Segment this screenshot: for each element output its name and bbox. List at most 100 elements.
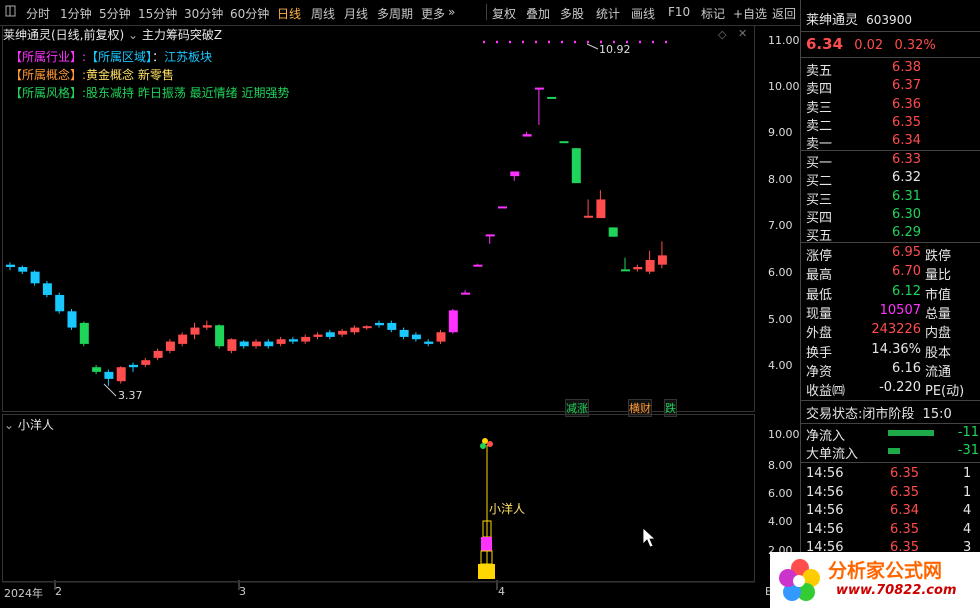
watermark-logo: 分析家公式网 www.70822.com — [770, 552, 980, 608]
ask-row: 卖二 — [806, 118, 833, 134]
signal-label: 小洋人 — [489, 502, 526, 516]
net-flow-bar — [888, 430, 934, 436]
candle-body — [448, 310, 458, 333]
y-tick: 5.00 — [768, 313, 793, 326]
sub-chart-title[interactable]: 小洋人 — [18, 418, 54, 432]
candle-body — [399, 329, 409, 337]
y-tick: 11.00 — [768, 34, 800, 47]
candle-body — [387, 322, 397, 330]
candle-body — [6, 264, 15, 268]
stat-row: 净资 — [806, 365, 833, 380]
stock-code: 603900 — [866, 13, 912, 27]
price-change-pct: 0.32% — [894, 38, 936, 53]
candle-body — [510, 171, 520, 177]
tick-row: 14:56 — [806, 466, 844, 481]
tick-volume: 4 — [963, 503, 972, 518]
sub-y-tick: 10.00 — [768, 428, 800, 441]
candle-body — [129, 364, 138, 368]
candle-body — [239, 341, 249, 347]
stat-row-extra: PE(动) — [925, 384, 965, 399]
trade-time: 15:0 — [922, 407, 952, 422]
stat-row-value: 10507 — [879, 302, 921, 318]
bid-row-value: 6.30 — [892, 206, 921, 222]
ask-row-value: 6.36 — [892, 96, 921, 112]
stat-row-value: 6.70 — [892, 264, 921, 280]
ask-row: 卖四 — [806, 82, 833, 98]
candle-body — [202, 325, 212, 328]
ask-row: 卖一 — [806, 137, 833, 153]
bid-row: 买一 — [806, 156, 833, 171]
candle-body — [596, 199, 606, 219]
price-row: 6.34 0.02 0.32% — [806, 35, 936, 53]
candle-body — [498, 206, 507, 209]
candle-body — [325, 332, 335, 337]
candle-body — [645, 260, 655, 272]
sub-y-tick: 8.00 — [768, 459, 793, 472]
divider — [801, 423, 980, 424]
candle-body — [584, 215, 594, 218]
ask-row-value: 6.38 — [892, 60, 921, 75]
candle-body — [608, 227, 618, 237]
bid-row-value: 6.33 — [892, 152, 921, 167]
stat-row-value: 6.16 — [892, 361, 921, 376]
candle-body — [571, 148, 581, 184]
low-label: 3.37 — [118, 389, 143, 402]
ask-row-value: 6.37 — [892, 78, 921, 94]
stat-row: 涨停 — [806, 249, 833, 264]
tick-price: 6.35 — [890, 521, 919, 537]
candles — [6, 87, 667, 386]
tick-row: 14:56 — [806, 503, 844, 518]
stat-row-extra: 股本 — [925, 346, 952, 361]
candle-body — [362, 326, 372, 329]
stat-row-value: 243226 — [871, 322, 921, 338]
candle-body — [190, 327, 200, 335]
candle-body — [547, 96, 557, 99]
trade-state-label: 交易状态: — [806, 407, 863, 422]
candle-body — [522, 134, 532, 137]
bid-row: 买二 — [806, 174, 833, 190]
tick-price: 6.35 — [890, 484, 919, 500]
stat-row-extra: 跌停 — [925, 249, 952, 264]
sub-chart-header: ⌄ 小洋人 — [4, 416, 54, 433]
candle-body — [436, 332, 446, 342]
candle-body — [178, 334, 188, 344]
tick-price: 6.35 — [890, 466, 919, 481]
stat-row-extra: 内盘 — [925, 326, 952, 342]
low-pointer — [103, 383, 117, 397]
candle-body — [559, 141, 569, 144]
candle-body — [301, 336, 311, 342]
divider — [801, 400, 980, 401]
candle-body — [18, 267, 28, 272]
candle-body — [313, 334, 323, 337]
candle-body — [42, 283, 52, 295]
tick-price: 6.34 — [890, 503, 919, 518]
y-tick: 8.00 — [768, 173, 793, 186]
candle-body — [350, 327, 360, 333]
sub-chart-frame — [2, 414, 755, 582]
trade-state-row: 交易状态:闭市阶段 15:0 — [806, 403, 952, 422]
chevron-down-icon[interactable]: ⌄ — [4, 418, 14, 432]
ask-row-value: 6.35 — [892, 114, 921, 130]
flower-logo-icon — [779, 559, 820, 601]
candle-body — [621, 269, 630, 272]
quote-panel: 莱绅通灵 603900 6.34 0.02 0.32% 交易状态:闭市阶段 15… — [800, 0, 980, 608]
bid-row-value: 6.29 — [892, 225, 921, 241]
big-flow-value: -31 — [957, 443, 979, 458]
candle-body — [92, 367, 102, 372]
stat-row-value: -0.220 — [879, 380, 921, 395]
sub-y-tick: 6.00 — [768, 487, 793, 500]
candle-body — [55, 294, 65, 312]
stat-row-extra: 量比 — [925, 268, 952, 284]
high-pointer — [586, 43, 599, 50]
bid-row: 买四 — [806, 210, 833, 226]
tick-volume: 1 — [963, 484, 972, 500]
ask-row: 卖五 — [806, 64, 833, 79]
price-change: 0.02 — [854, 38, 884, 53]
candle-body — [67, 311, 77, 328]
stat-row-value: 6.95 — [892, 245, 921, 260]
divider — [801, 31, 980, 32]
candle-body — [633, 267, 643, 270]
ask-row-value: 6.34 — [892, 133, 921, 149]
trade-state-value: 闭市阶段 — [862, 407, 915, 422]
watermark-url: www.70822.com — [836, 583, 957, 598]
